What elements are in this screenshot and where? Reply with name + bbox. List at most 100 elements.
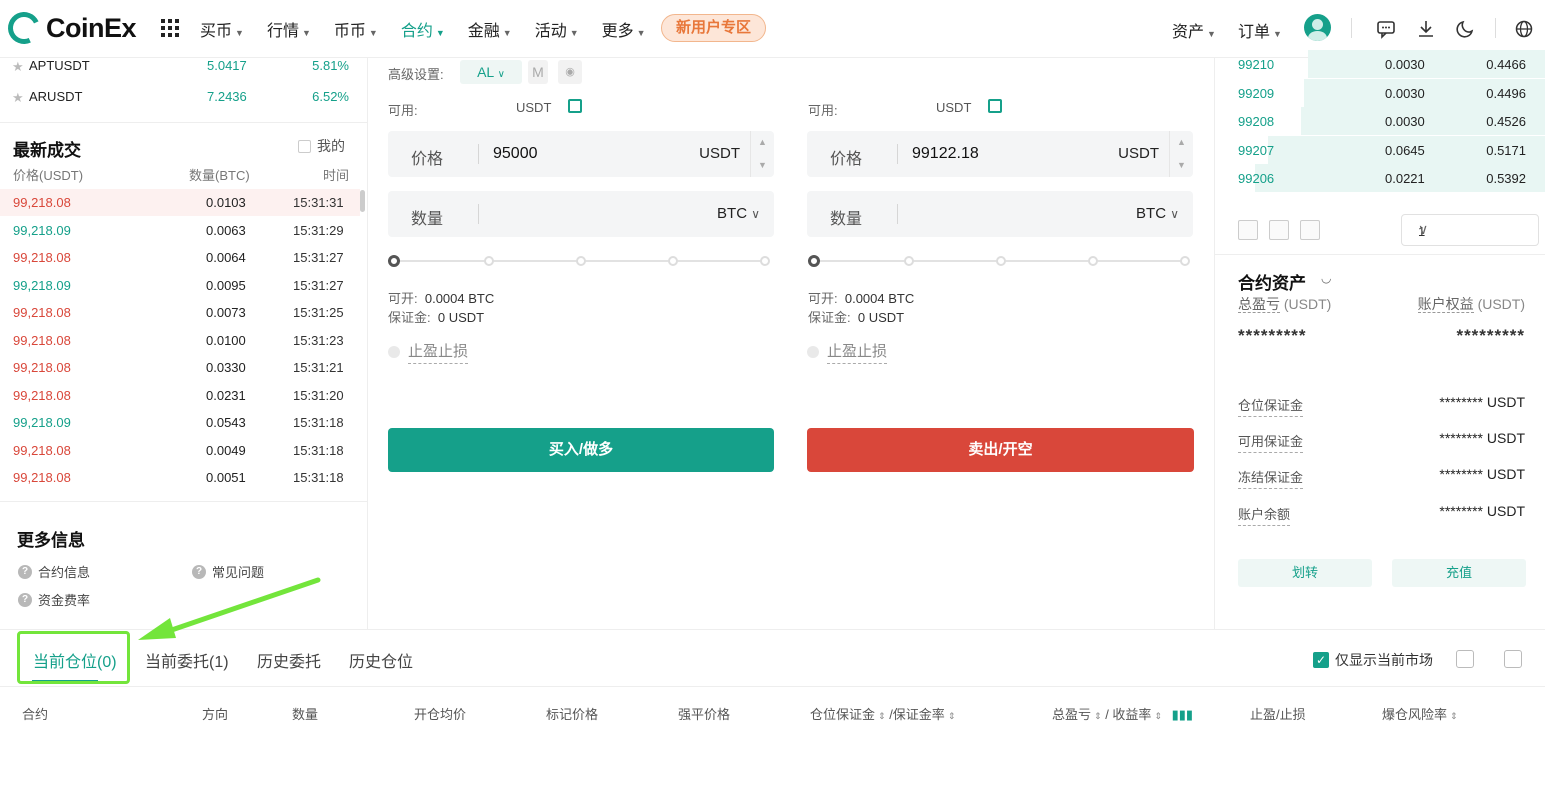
order-mode-select[interactable]: AL ∨ — [460, 60, 522, 84]
hide-balance-eye-icon[interactable]: ◡ — [1321, 271, 1331, 285]
price-stepper[interactable]: ▲ ▼ — [750, 131, 774, 177]
ob-sum: 0.4526 — [1486, 114, 1526, 130]
trade-qty: 0.0049 — [206, 442, 246, 458]
dark-mode-moon-icon[interactable] — [1456, 19, 1476, 39]
orderbook-row[interactable]: 99210 0.0030 0.4466 — [1215, 50, 1545, 78]
ob-qty: 0.0030 — [1385, 57, 1425, 72]
depth-precision-select[interactable]: 1 ∨ — [1401, 214, 1539, 246]
orderbook-asks-view-icon[interactable] — [1300, 220, 1320, 240]
trade-qty: 0.0064 — [206, 250, 246, 265]
latest-trades-title: 最新成交 — [13, 141, 81, 160]
checkbox-checked-icon[interactable]: ✓ — [1313, 652, 1329, 668]
ob-sum: 0.5392 — [1486, 171, 1526, 187]
orders-menu[interactable]: 订单 ▼ — [1238, 18, 1282, 42]
filter-settings-icon[interactable] — [1456, 650, 1474, 668]
market-row[interactable]: ★ APTUSDT 5.0417 5.81% — [12, 58, 352, 78]
new-user-promo-button[interactable]: 新用户专区 — [661, 14, 766, 42]
my-trades-checkbox[interactable] — [298, 139, 311, 153]
col-price: 价格(USDT) — [13, 168, 84, 183]
navbar-divider — [1351, 18, 1352, 38]
buy-qty-field[interactable]: 数量 BTC ∨ — [388, 191, 774, 237]
sell-tpsl-toggle[interactable]: 止盈止损 — [807, 340, 888, 364]
orderbook-row[interactable]: 99209 0.0030 0.4496 — [1215, 78, 1545, 107]
nav-item-futures[interactable]: 合约 ▼ — [401, 17, 445, 41]
transfer-button[interactable]: 划转 — [1238, 559, 1372, 587]
contract-info-link[interactable]: ? 合约信息 — [18, 562, 90, 581]
user-avatar[interactable] — [1304, 14, 1331, 41]
available-margin-value: ******** USDT — [1439, 430, 1525, 446]
orderbook-bids-view-icon[interactable] — [1269, 220, 1289, 240]
col-position-margin[interactable]: 仓位保证金 ⇕ /保证金率 ⇕ — [810, 704, 955, 723]
nav-item-buy-crypto[interactable]: 买币 ▼ — [200, 17, 244, 41]
sell-amount-slider[interactable] — [808, 255, 1190, 267]
divider — [1215, 254, 1545, 255]
apps-grid-icon[interactable] — [161, 19, 179, 37]
tpsl-radio[interactable] — [388, 346, 400, 358]
buy-long-button[interactable]: 买入/做多 — [388, 428, 774, 472]
transfer-icon[interactable] — [568, 99, 582, 113]
only-current-market-toggle[interactable]: ✓ 仅显示当前市场 — [1313, 650, 1433, 670]
coinex-logo[interactable]: CoinEx — [3, 7, 137, 49]
buy-tpsl-toggle[interactable]: 止盈止损 — [388, 340, 469, 364]
order-form-panel: 高级设置: AL ∨ M ◉ 可用: USDT 价格 95000 USDT ▲ ▼… — [368, 58, 1214, 630]
trade-row: 99,218.08 0.0049 15:31:18 — [0, 437, 360, 464]
tab-current-orders[interactable]: 当前委托(1) — [145, 648, 229, 672]
transfer-icon[interactable] — [988, 99, 1002, 113]
bar-chart-icon[interactable]: ▮▮▮ — [1172, 707, 1193, 722]
ob-qty: 0.0645 — [1385, 142, 1425, 158]
col-direction: 方向 — [202, 707, 229, 722]
col-mark-price: 标记价格 — [546, 707, 599, 722]
price-stepper[interactable]: ▲ ▼ — [1169, 131, 1193, 177]
trade-price: 99,218.09 — [13, 277, 71, 293]
nav-item-markets[interactable]: 行情 ▼ — [267, 17, 311, 41]
market-row[interactable]: ★ ARUSDT 7.2436 6.52% — [12, 89, 352, 109]
nav-item-more[interactable]: 更多 ▼ — [602, 17, 646, 41]
my-trades-toggle[interactable]: 我的 — [298, 136, 345, 156]
funding-rate-link[interactable]: ? 资金费率 — [18, 590, 90, 609]
message-icon[interactable] — [1376, 19, 1396, 39]
ob-sum: 0.4466 — [1486, 57, 1526, 72]
sell-price-field[interactable]: 价格 99122.18 USDT ▲ ▼ — [807, 131, 1193, 177]
tab-order-history[interactable]: 历史委托 — [257, 648, 321, 672]
buy-amount-slider[interactable] — [388, 255, 770, 267]
nav-item-finance[interactable]: 金融 ▼ — [468, 17, 512, 41]
trade-row: 99,218.09 0.0095 15:31:27 — [0, 272, 360, 299]
trades-scrollbar[interactable] — [360, 190, 365, 212]
col-liq-risk[interactable]: 爆仓风险率 ⇕ — [1382, 704, 1458, 723]
sell-price-input[interactable]: 99122.18 — [912, 145, 979, 163]
download-icon[interactable] — [1416, 19, 1436, 39]
buy-price-field[interactable]: 价格 95000 USDT ▲ ▼ — [388, 131, 774, 177]
margin-mode-chip[interactable]: M — [528, 60, 548, 84]
tpsl-radio[interactable] — [807, 346, 819, 358]
assets-menu[interactable]: 资产 ▼ — [1172, 18, 1216, 42]
nav-item-spot[interactable]: 币币 ▼ — [334, 17, 378, 41]
trade-time: 15:31:18 — [293, 415, 344, 430]
eye-icon[interactable]: ◉ — [558, 60, 582, 84]
orderbook-row[interactable]: 99208 0.0030 0.4526 — [1215, 107, 1545, 136]
frozen-margin-value: ******** USDT — [1439, 466, 1525, 482]
nav-item-activities[interactable]: 活动 ▼ — [535, 17, 579, 41]
buy-price-input[interactable]: 95000 — [493, 145, 538, 163]
trade-qty: 0.0330 — [206, 360, 246, 375]
total-pnl-value: ********* — [1238, 326, 1307, 345]
trade-row: 99,218.08 0.0103 15:31:31 — [0, 189, 360, 216]
orderbook-both-view-icon[interactable] — [1238, 220, 1258, 240]
qty-unit-select[interactable]: BTC ∨ — [717, 205, 760, 222]
language-globe-icon[interactable] — [1514, 19, 1534, 39]
col-entry-price: 开仓均价 — [414, 707, 467, 722]
col-total-pnl[interactable]: 总盈亏 ⇕ / 收益率 ⇕ ▮▮▮ — [1052, 704, 1193, 723]
trade-time: 15:31:27 — [293, 250, 344, 265]
qty-unit-select[interactable]: BTC ∨ — [1136, 205, 1179, 222]
deposit-button[interactable]: 充值 — [1392, 559, 1526, 587]
favorite-star-icon[interactable]: ★ — [12, 59, 24, 75]
ob-price: 99209 — [1238, 85, 1275, 101]
trade-price: 99,218.08 — [13, 470, 71, 485]
orderbook-row[interactable]: 99206 0.0221 0.5392 — [1215, 164, 1545, 192]
trade-price: 99,218.08 — [13, 332, 71, 348]
favorite-star-icon[interactable]: ★ — [12, 90, 24, 106]
orderbook-row[interactable]: 99207 0.0645 0.5171 — [1215, 135, 1545, 164]
sell-qty-field[interactable]: 数量 BTC ∨ — [807, 191, 1193, 237]
sell-short-button[interactable]: 卖出/开空 — [807, 428, 1194, 472]
document-icon[interactable] — [1504, 650, 1522, 668]
tab-position-history[interactable]: 历史仓位 — [349, 648, 413, 672]
